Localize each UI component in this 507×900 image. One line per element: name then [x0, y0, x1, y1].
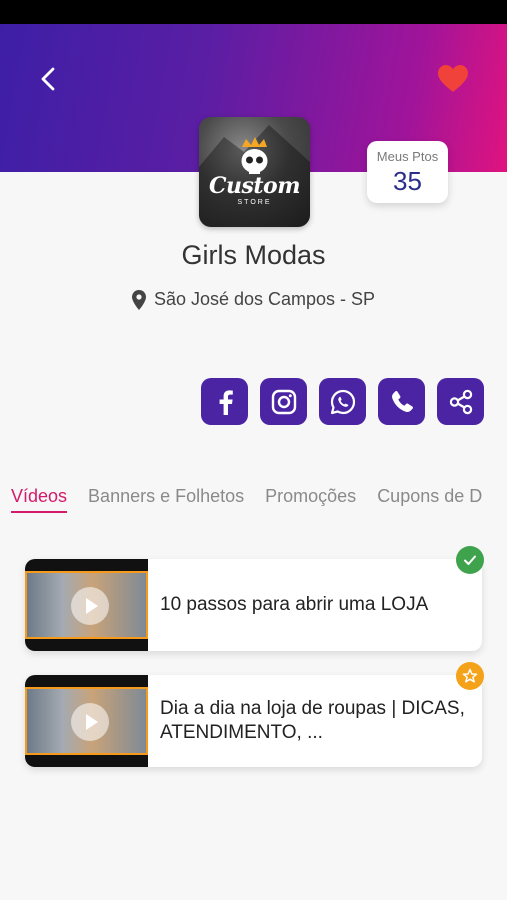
store-logo: Custom STORE — [199, 117, 310, 227]
phone-button[interactable] — [378, 378, 425, 425]
chevron-left-icon — [41, 67, 55, 91]
tab-promocoes[interactable]: Promoções — [265, 486, 356, 513]
instagram-button[interactable] — [260, 378, 307, 425]
tab-banners-folhetos[interactable]: Banners e Folhetos — [88, 486, 244, 513]
favorite-button[interactable] — [437, 64, 469, 94]
tab-videos[interactable]: Vídeos — [11, 486, 68, 513]
content-tabs: Vídeos Banners e Folhetos Promoções Cupo… — [11, 486, 482, 513]
whatsapp-button[interactable] — [319, 378, 366, 425]
location-text: São José dos Campos - SP — [153, 289, 376, 309]
map-pin-icon — [131, 289, 146, 310]
facebook-icon — [219, 389, 233, 415]
points-badge — [456, 662, 484, 690]
share-button[interactable] — [437, 378, 484, 425]
store-profile-screen: Custom STORE Meus Ptos 35 Girls Modas Sã… — [0, 0, 507, 900]
play-icon — [71, 587, 109, 625]
status-bar — [0, 0, 507, 24]
video-title: 10 passos para abrir uma LOJA — [160, 594, 429, 615]
play-icon — [71, 703, 109, 741]
video-card[interactable]: Dia a dia na loja de roupas | DICAS, ATE… — [25, 662, 484, 767]
tab-cupons[interactable]: Cupons de D — [377, 486, 482, 513]
share-icon — [449, 389, 472, 414]
watched-badge — [456, 546, 484, 574]
star-icon — [462, 668, 478, 683]
logo-script-text: Custom — [208, 173, 301, 199]
store-name: Girls Modas — [181, 240, 326, 270]
back-button[interactable] — [34, 62, 62, 96]
points-card: Meus Ptos 35 — [367, 141, 448, 203]
points-value: 35 — [393, 166, 422, 196]
heart-icon — [438, 65, 468, 92]
video-card[interactable]: 10 passos para abrir uma LOJA — [25, 546, 484, 651]
video-title: Dia a dia na loja de roupas | DICAS, ATE… — [160, 698, 465, 743]
video-thumbnail — [25, 675, 148, 767]
instagram-icon — [271, 389, 296, 414]
logo-store-text: STORE — [237, 199, 272, 206]
phone-icon — [391, 390, 413, 412]
points-label: Meus Ptos — [376, 149, 439, 164]
facebook-button[interactable] — [201, 378, 248, 425]
check-icon — [464, 555, 476, 565]
whatsapp-icon — [330, 389, 355, 414]
social-buttons — [201, 378, 484, 425]
store-location: São José dos Campos - SP — [0, 289, 507, 310]
video-thumbnail — [25, 559, 148, 651]
